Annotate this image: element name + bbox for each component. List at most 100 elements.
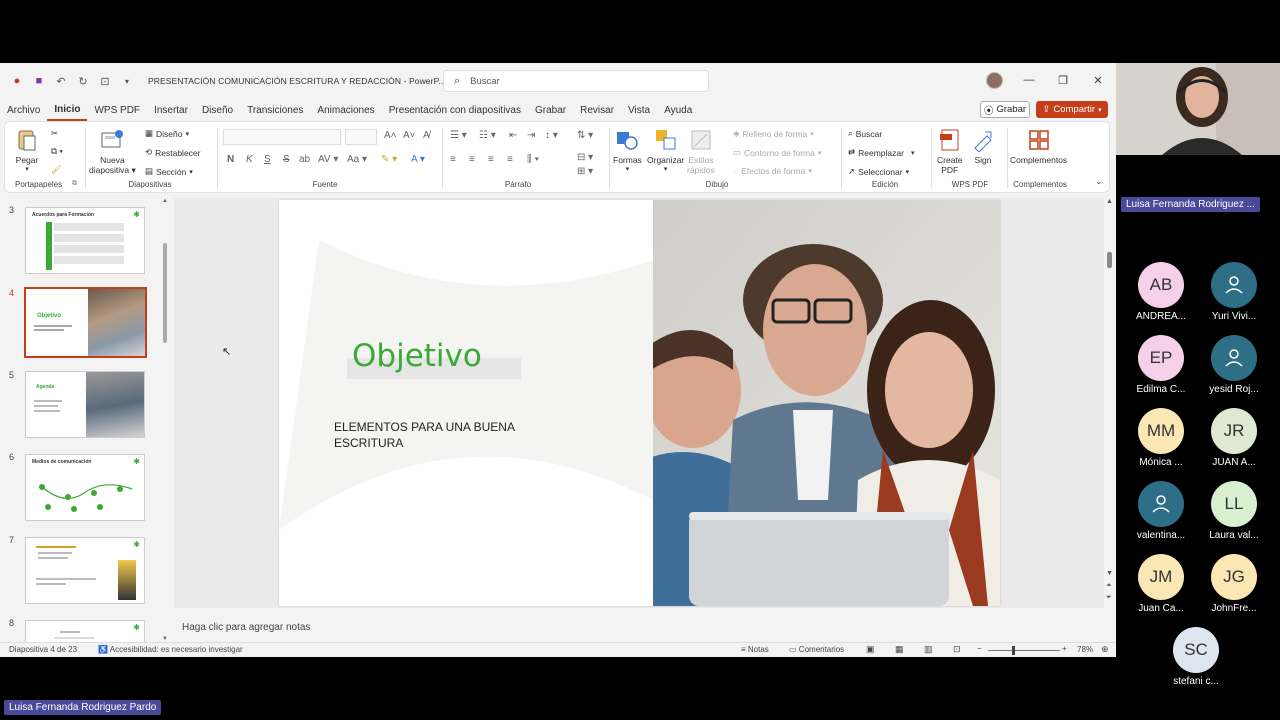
zoom-slider[interactable] [988, 650, 1060, 651]
section-button[interactable]: ▤ Sección ▾ [145, 166, 193, 177]
dialog-launcher-icon[interactable]: ⧉ [72, 180, 77, 188]
underline-icon[interactable]: S [264, 154, 271, 165]
change-case-icon[interactable]: Aa ▾ [347, 154, 367, 165]
slide-canvas[interactable]: Objetivo ELEMENTOS PARA UNA BUENA ESCRIT… [279, 200, 1000, 606]
align-right-icon[interactable]: ≡ [488, 154, 494, 165]
normal-view-icon[interactable]: ▣ [866, 644, 875, 655]
participant-tile[interactable]: AB ANDREA... [1123, 262, 1199, 322]
bullets-icon[interactable]: ☰ ▾ [450, 130, 467, 141]
zoom-level[interactable]: 78% [1077, 645, 1093, 654]
next-slide-icon[interactable]: ⏷ [1106, 594, 1112, 602]
accessibility-status[interactable]: ♿ Accesibilidad: es necesario investigar [98, 645, 243, 654]
collapse-ribbon-icon[interactable]: ⌄ [1095, 176, 1103, 187]
shape-fill-button[interactable]: ◈ Relleno de forma ▾ [733, 128, 814, 139]
notes-toggle[interactable]: ≡ Notas [741, 645, 769, 654]
search-box[interactable]: ⌕ Buscar [443, 70, 709, 92]
strikethrough-icon[interactable]: S [283, 154, 290, 165]
notes-pane[interactable]: Haga clic para agregar notas [174, 612, 1104, 642]
font-family-select[interactable] [223, 129, 341, 145]
menu-grabar[interactable]: Grabar [528, 99, 573, 121]
minimize-button[interactable]: — [1020, 71, 1038, 89]
zoom-out-icon[interactable]: − [977, 644, 982, 653]
shape-outline-button[interactable]: ▭ Contorno de forma ▾ [733, 147, 821, 158]
thumbnails-scrollbar[interactable]: ▲ ▼ [162, 198, 168, 642]
menu-presentación-con-diapositivas[interactable]: Presentación con diapositivas [382, 99, 528, 121]
decrease-font-icon[interactable]: A˅ [403, 130, 416, 141]
restore-button[interactable]: ❐ [1054, 71, 1072, 89]
slide-title[interactable]: Objetivo [352, 338, 482, 374]
save-icon[interactable]: ■ [32, 74, 46, 88]
bold-icon[interactable]: N [227, 154, 234, 165]
user-avatar[interactable] [986, 72, 1003, 89]
font-color-icon[interactable]: A ▾ [411, 154, 425, 165]
thumbnail-slide-7[interactable]: ✱ [25, 537, 145, 604]
align-text-icon[interactable]: ⊟ ▾ [577, 152, 593, 163]
menu-inicio[interactable]: Inicio [47, 99, 88, 121]
fit-slide-icon[interactable]: ⊕ [1101, 644, 1109, 655]
cut-icon[interactable]: ✂ [51, 128, 58, 139]
format-painter-icon[interactable]: 🖌 [51, 164, 62, 175]
font-size-select[interactable] [345, 129, 377, 145]
participant-tile[interactable]: SC stefani c... [1158, 627, 1234, 687]
thumbnail-slide-4[interactable]: Objetivo [24, 287, 147, 358]
italic-icon[interactable]: K [246, 154, 253, 165]
shape-effects-button[interactable]: ◌ Efectos de forma ▾ [733, 166, 812, 176]
paste-button[interactable]: Pegar ▾ [15, 128, 39, 175]
menu-wps-pdf[interactable]: WPS PDF [87, 99, 147, 121]
editor-scrollbar[interactable]: ▲ ▼ ⏶ ⏷ [1104, 198, 1116, 608]
grabar-button[interactable]: ⦿ Grabar [980, 101, 1030, 118]
participant-tile[interactable]: valentina... [1123, 481, 1199, 541]
thumbnail-slide-3[interactable]: Acuerdos para Formación ✱ [25, 207, 145, 274]
align-left-icon[interactable]: ≡ [450, 154, 456, 165]
menu-vista[interactable]: Vista [621, 99, 657, 121]
participant-tile[interactable]: EP Edilma C... [1123, 335, 1199, 395]
speaker-video[interactable] [1116, 63, 1280, 155]
menu-revisar[interactable]: Revisar [573, 99, 621, 121]
zoom-in-icon[interactable]: + [1062, 644, 1067, 653]
menu-ayuda[interactable]: Ayuda [657, 99, 699, 121]
compartir-button[interactable]: ⇪ Compartir ▾ [1036, 101, 1108, 118]
scroll-thumb[interactable] [163, 243, 167, 343]
participant-tile[interactable]: MM Mónica ... [1123, 408, 1199, 468]
reset-button[interactable]: ⟲ Restablecer [145, 147, 200, 158]
thumbnail-slide-8[interactable]: ✱ [25, 620, 145, 642]
participant-tile[interactable]: yesid Roj... [1196, 335, 1272, 395]
select-button[interactable]: ➚ Seleccionar ▾ [848, 166, 909, 177]
quick-styles-button[interactable]: Estilos rápidos [687, 128, 715, 175]
decrease-indent-icon[interactable]: ⇤ [509, 130, 517, 141]
slide-sorter-icon[interactable]: ▦ [895, 644, 904, 655]
addins-button[interactable]: Complementos [1010, 128, 1067, 165]
highlight-icon[interactable]: ✎ ▾ [381, 154, 397, 165]
numbering-icon[interactable]: ☷ ▾ [479, 130, 496, 141]
comments-toggle[interactable]: ▭ Comentarios [789, 645, 844, 654]
menu-animaciones[interactable]: Animaciones [310, 99, 381, 121]
smartart-icon[interactable]: ⊞ ▾ [577, 166, 593, 177]
columns-icon[interactable]: ⫼ ▾ [527, 154, 539, 165]
present-icon[interactable]: ⊡ [98, 74, 112, 88]
layout-button[interactable]: ▦ Diseño ▾ [145, 128, 189, 139]
align-center-icon[interactable]: ≡ [469, 154, 475, 165]
zoom-slider-handle[interactable] [1012, 646, 1015, 655]
char-spacing-icon[interactable]: AV ▾ [318, 154, 338, 165]
redo-icon[interactable]: ↻ [76, 74, 90, 88]
thumbnail-slide-6[interactable]: Medios de comunicación ✱ [25, 454, 145, 521]
copy-icon[interactable]: ⧉ ▾ [51, 146, 63, 157]
customize-toolbar-icon[interactable]: ▾ [120, 74, 134, 88]
slide-subtitle[interactable]: ELEMENTOS PARA UNA BUENA ESCRITURA [334, 419, 534, 451]
undo-icon[interactable]: ↶ [54, 74, 68, 88]
increase-indent-icon[interactable]: ⇥ [527, 130, 535, 141]
clear-format-icon[interactable]: A̸ [423, 130, 430, 141]
participant-tile[interactable]: LL Laura val... [1196, 481, 1272, 541]
participant-tile[interactable]: JG JohnFre... [1196, 554, 1272, 614]
new-slide-button[interactable]: Nueva diapositiva ▾ [89, 128, 136, 175]
shapes-button[interactable]: Formas ▾ [613, 128, 642, 175]
increase-font-icon[interactable]: A˄ [384, 130, 397, 141]
close-button[interactable]: ✕ [1089, 71, 1107, 89]
menu-transiciones[interactable]: Transiciones [240, 99, 310, 121]
slide-photo-students[interactable] [653, 200, 1000, 606]
create-pdf-button[interactable]: Create PDF [937, 128, 963, 175]
menu-archivo[interactable]: Archivo [0, 99, 47, 121]
line-spacing-icon[interactable]: ↕ ▾ [545, 130, 558, 141]
prev-slide-icon[interactable]: ⏶ [1106, 582, 1112, 590]
menu-insertar[interactable]: Insertar [147, 99, 195, 121]
